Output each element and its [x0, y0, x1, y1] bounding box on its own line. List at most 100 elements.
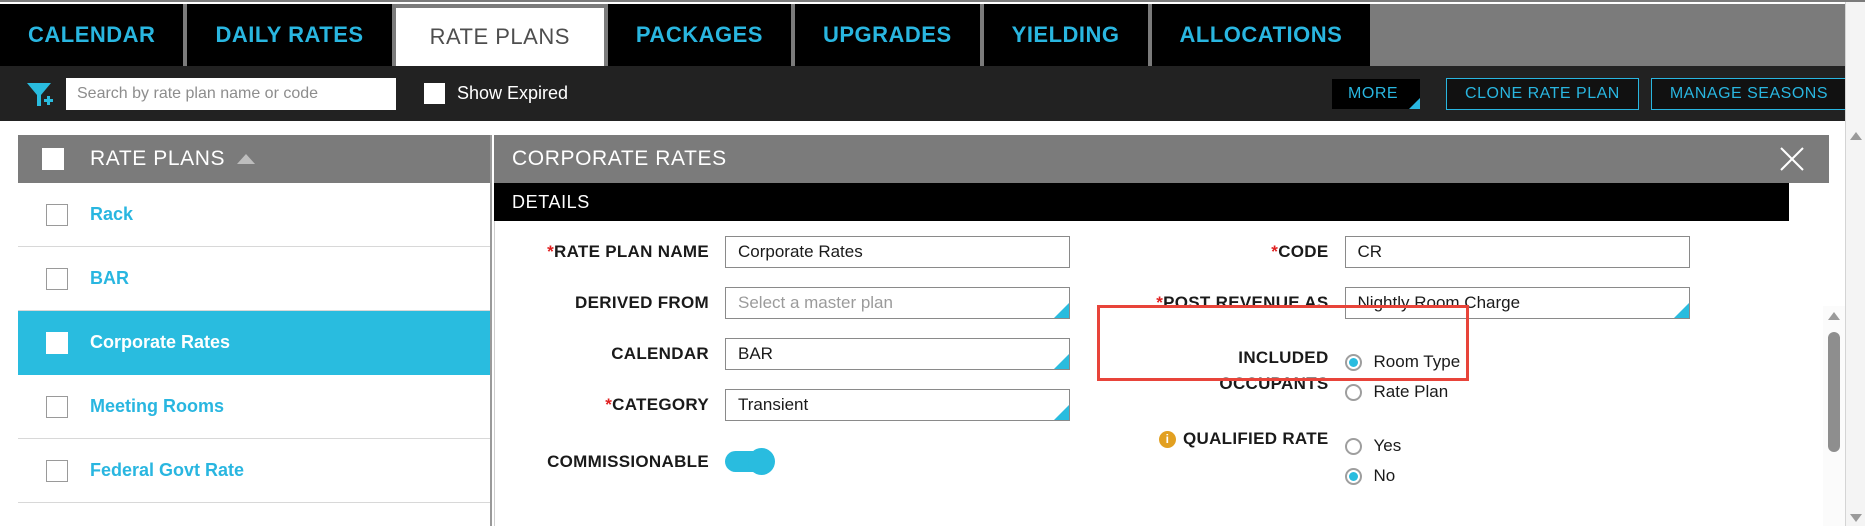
tab-label: DAILY RATES	[215, 22, 364, 47]
field-label-text: POST REVENUE AS	[1163, 292, 1329, 312]
dropdown-corner-icon	[1673, 302, 1689, 318]
manage-seasons-button[interactable]: MANAGE SEASONS	[1650, 77, 1847, 110]
list-header: RATE PLANS	[18, 135, 490, 183]
field-label-text: DERIVED FROM	[575, 292, 709, 312]
radio-option-rate-plan[interactable]: Rate Plan	[1344, 377, 1461, 407]
included-occupants-label: INCLUDED OCCUPANTS	[1095, 345, 1345, 398]
list-item-checkbox[interactable]	[46, 331, 68, 354]
show-expired-checkbox[interactable]: Show Expired	[424, 83, 568, 104]
content-area: RATE PLANS Rack BAR Corporate Rates Meet…	[0, 121, 1865, 526]
more-label: MORE	[1348, 84, 1399, 102]
field-code: *CODE CR	[1095, 231, 1789, 272]
page-scrollbar[interactable]	[1845, 2, 1865, 526]
category-select[interactable]: Transient	[725, 388, 1070, 421]
search-input[interactable]	[66, 77, 396, 110]
post-revenue-as-select[interactable]: Nightly Room Charge	[1344, 286, 1690, 319]
dropdown-corner-icon	[1054, 404, 1069, 420]
list-item-checkbox[interactable]	[46, 203, 68, 226]
field-value: Nightly Room Charge	[1357, 292, 1521, 312]
list-item[interactable]: BAR	[18, 247, 490, 311]
dropdown-corner-icon	[1054, 353, 1069, 369]
tab-yielding[interactable]: YIELDING	[983, 4, 1148, 66]
page-scroll-up-arrow-icon[interactable]	[1850, 132, 1862, 140]
field-label-text: CATEGORY	[612, 394, 709, 414]
field-derived-from: DERIVED FROM Select a master plan	[495, 282, 1095, 323]
show-expired-box[interactable]	[424, 83, 445, 104]
radio-option-room-type[interactable]: Room Type	[1344, 347, 1461, 377]
qualified-rate-label: i QUALIFIED RATE	[1095, 429, 1345, 449]
tab-label: CALENDAR	[28, 22, 156, 47]
field-label: *CATEGORY	[495, 395, 725, 415]
list-item-checkbox[interactable]	[46, 459, 68, 482]
detail-title: CORPORATE RATES	[512, 147, 727, 170]
field-qualified-rate: i QUALIFIED RATE Yes No	[1095, 429, 1789, 491]
qualified-rate-options: Yes No	[1344, 429, 1402, 491]
qualified-rate-label-text: QUALIFIED RATE	[1182, 429, 1329, 448]
field-value: Transient	[738, 394, 809, 414]
detail-scrollbar[interactable]	[1823, 306, 1845, 526]
tab-allocations[interactable]: ALLOCATIONS	[1151, 4, 1371, 66]
field-calendar: CALENDAR BAR	[495, 333, 1095, 374]
code-input[interactable]: CR	[1344, 235, 1690, 268]
tab-upgrades[interactable]: UPGRADES	[794, 4, 980, 66]
tab-rate-plans[interactable]: RATE PLANS	[395, 8, 604, 66]
select-all-checkbox[interactable]	[42, 148, 64, 170]
field-label-text: RATE PLAN NAME	[554, 241, 709, 261]
scroll-up-arrow-icon[interactable]	[1828, 312, 1840, 320]
derived-from-select[interactable]: Select a master plan	[725, 286, 1070, 319]
tab-label: ALLOCATIONS	[1179, 22, 1343, 47]
field-label: *RATE PLAN NAME	[495, 242, 725, 262]
clone-rate-plan-button[interactable]: CLONE RATE PLAN	[1446, 77, 1639, 110]
list-item-label: Rack	[90, 204, 134, 224]
list-item-label: Federal Govt Rate	[90, 460, 245, 480]
sort-ascending-icon[interactable]	[237, 154, 256, 164]
tab-calendar[interactable]: CALENDAR	[0, 4, 184, 66]
radio-label: Room Type	[1373, 352, 1461, 371]
included-occupants-label-line1: INCLUDED	[1238, 348, 1329, 367]
toolbar-actions: MORE CLONE RATE PLAN MANAGE SEASONS	[1332, 77, 1847, 110]
radio-button[interactable]	[1344, 467, 1362, 485]
radio-button[interactable]	[1344, 437, 1362, 455]
list-item-selected[interactable]: Corporate Rates	[18, 311, 490, 375]
field-post-revenue-as: *POST REVENUE AS Nightly Room Charge	[1095, 282, 1789, 323]
radio-label: No	[1373, 466, 1396, 485]
tab-label: PACKAGES	[635, 22, 763, 47]
list-item-label: Meeting Rooms	[90, 396, 225, 416]
manage-seasons-label: MANAGE SEASONS	[1669, 84, 1828, 102]
list-item[interactable]: Meeting Rooms	[18, 375, 490, 439]
rate-plans-screen: CALENDAR DAILY RATES RATE PLANS PACKAGES…	[0, 0, 1865, 526]
field-label-text: CODE	[1278, 241, 1329, 261]
radio-label: Rate Plan	[1373, 382, 1449, 401]
list-item-checkbox[interactable]	[46, 267, 68, 290]
field-included-occupants: INCLUDED OCCUPANTS Room Type Rate Plan	[1095, 345, 1789, 407]
commissionable-label: COMMISSIONABLE	[547, 451, 709, 471]
list-item[interactable]: Rack	[18, 183, 490, 247]
more-button[interactable]: MORE	[1332, 78, 1421, 109]
close-x-icon[interactable]	[1777, 144, 1807, 174]
scrollbar-thumb[interactable]	[1828, 332, 1840, 452]
page-scroll-down-arrow-icon[interactable]	[1850, 514, 1862, 522]
filter-funnel-add-icon[interactable]	[14, 78, 66, 110]
radio-label: Yes	[1373, 436, 1402, 455]
toggle-knob	[748, 448, 775, 475]
required-asterisk: *	[547, 241, 554, 261]
commissionable-toggle[interactable]	[725, 448, 775, 475]
radio-option-no[interactable]: No	[1344, 461, 1402, 491]
tab-label: UPGRADES	[822, 22, 952, 47]
tab-packages[interactable]: PACKAGES	[607, 4, 791, 66]
chevron-corner-icon	[1409, 97, 1421, 109]
field-value: CR	[1357, 241, 1383, 261]
rate-plan-detail-panel: CORPORATE RATES DETAILS *RATE PLAN NAME …	[494, 135, 1829, 526]
radio-option-yes[interactable]: Yes	[1344, 431, 1402, 461]
radio-button[interactable]	[1344, 383, 1362, 401]
tab-daily-rates[interactable]: DAILY RATES	[187, 4, 392, 66]
list-item[interactable]: Federal Govt Rate	[18, 439, 490, 503]
info-circle-icon[interactable]: i	[1158, 430, 1176, 448]
field-rate-plan-name: *RATE PLAN NAME Corporate Rates	[495, 231, 1095, 272]
calendar-select[interactable]: BAR	[725, 337, 1070, 370]
radio-button[interactable]	[1344, 353, 1362, 371]
list-item-checkbox[interactable]	[46, 395, 68, 418]
rate-plan-name-input[interactable]: Corporate Rates	[725, 235, 1070, 268]
field-label: *CODE	[1095, 242, 1345, 262]
radio-dot	[1348, 471, 1358, 481]
